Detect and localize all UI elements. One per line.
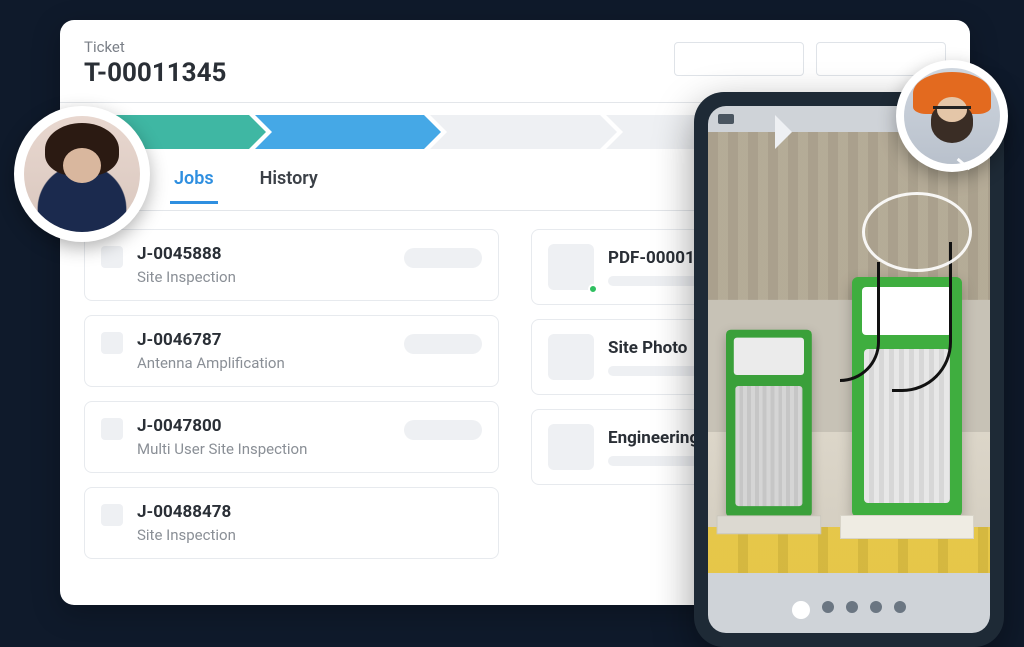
site-photo xyxy=(708,132,990,573)
job-status-pill xyxy=(404,420,482,440)
pager-dot[interactable] xyxy=(792,601,810,619)
phone-status-icon xyxy=(718,114,734,124)
status-dot-icon xyxy=(588,284,598,294)
job-checkbox[interactable] xyxy=(101,504,123,526)
job-status-pill xyxy=(404,248,482,268)
progress-step-3[interactable] xyxy=(430,115,599,149)
phone-screen xyxy=(708,106,990,633)
pager-dot[interactable] xyxy=(846,601,858,613)
file-thumb xyxy=(548,424,594,470)
job-desc: Multi User Site Inspection xyxy=(137,440,482,458)
job-card[interactable]: J-0045888 Site Inspection xyxy=(84,229,499,301)
pager-dot[interactable] xyxy=(894,601,906,613)
file-thumb xyxy=(548,334,594,380)
avatar-dispatcher xyxy=(14,106,150,242)
file-meta-placeholder xyxy=(608,276,698,286)
ev-charger-icon xyxy=(726,330,812,517)
phone-mock xyxy=(694,92,1004,647)
job-status-pill xyxy=(404,334,482,354)
carousel-pager xyxy=(708,601,990,619)
header-actions xyxy=(674,42,946,76)
job-id: J-00488478 xyxy=(137,502,482,522)
annotation-check-icon xyxy=(952,152,990,182)
file-meta-placeholder xyxy=(608,366,698,376)
job-checkbox[interactable] xyxy=(101,332,123,354)
progress-step-2[interactable] xyxy=(255,115,424,149)
ticket-header: Ticket T-00011345 xyxy=(60,20,970,102)
job-checkbox[interactable] xyxy=(101,246,123,268)
job-card[interactable]: J-00488478 Site Inspection xyxy=(84,487,499,559)
tab-history[interactable]: History xyxy=(256,168,322,203)
annotation-circle-icon xyxy=(862,192,972,272)
job-card[interactable]: J-0046787 Antenna Amplification xyxy=(84,315,499,387)
file-meta-placeholder xyxy=(608,456,698,466)
job-desc: Site Inspection xyxy=(137,526,482,544)
avatar-image xyxy=(24,116,141,233)
pager-dot[interactable] xyxy=(822,601,834,613)
pager-dot[interactable] xyxy=(870,601,882,613)
jobs-column: J-0045888 Site Inspection J-0046787 Ante… xyxy=(84,229,499,573)
job-desc: Antenna Amplification xyxy=(137,354,482,372)
job-card[interactable]: J-0047800 Multi User Site Inspection xyxy=(84,401,499,473)
job-checkbox[interactable] xyxy=(101,418,123,440)
job-desc: Site Inspection xyxy=(137,268,482,286)
tab-jobs[interactable]: Jobs xyxy=(170,168,218,203)
glasses-icon xyxy=(933,106,972,116)
header-action-1[interactable] xyxy=(674,42,804,76)
file-thumb xyxy=(548,244,594,290)
avatar-image xyxy=(904,68,1000,164)
